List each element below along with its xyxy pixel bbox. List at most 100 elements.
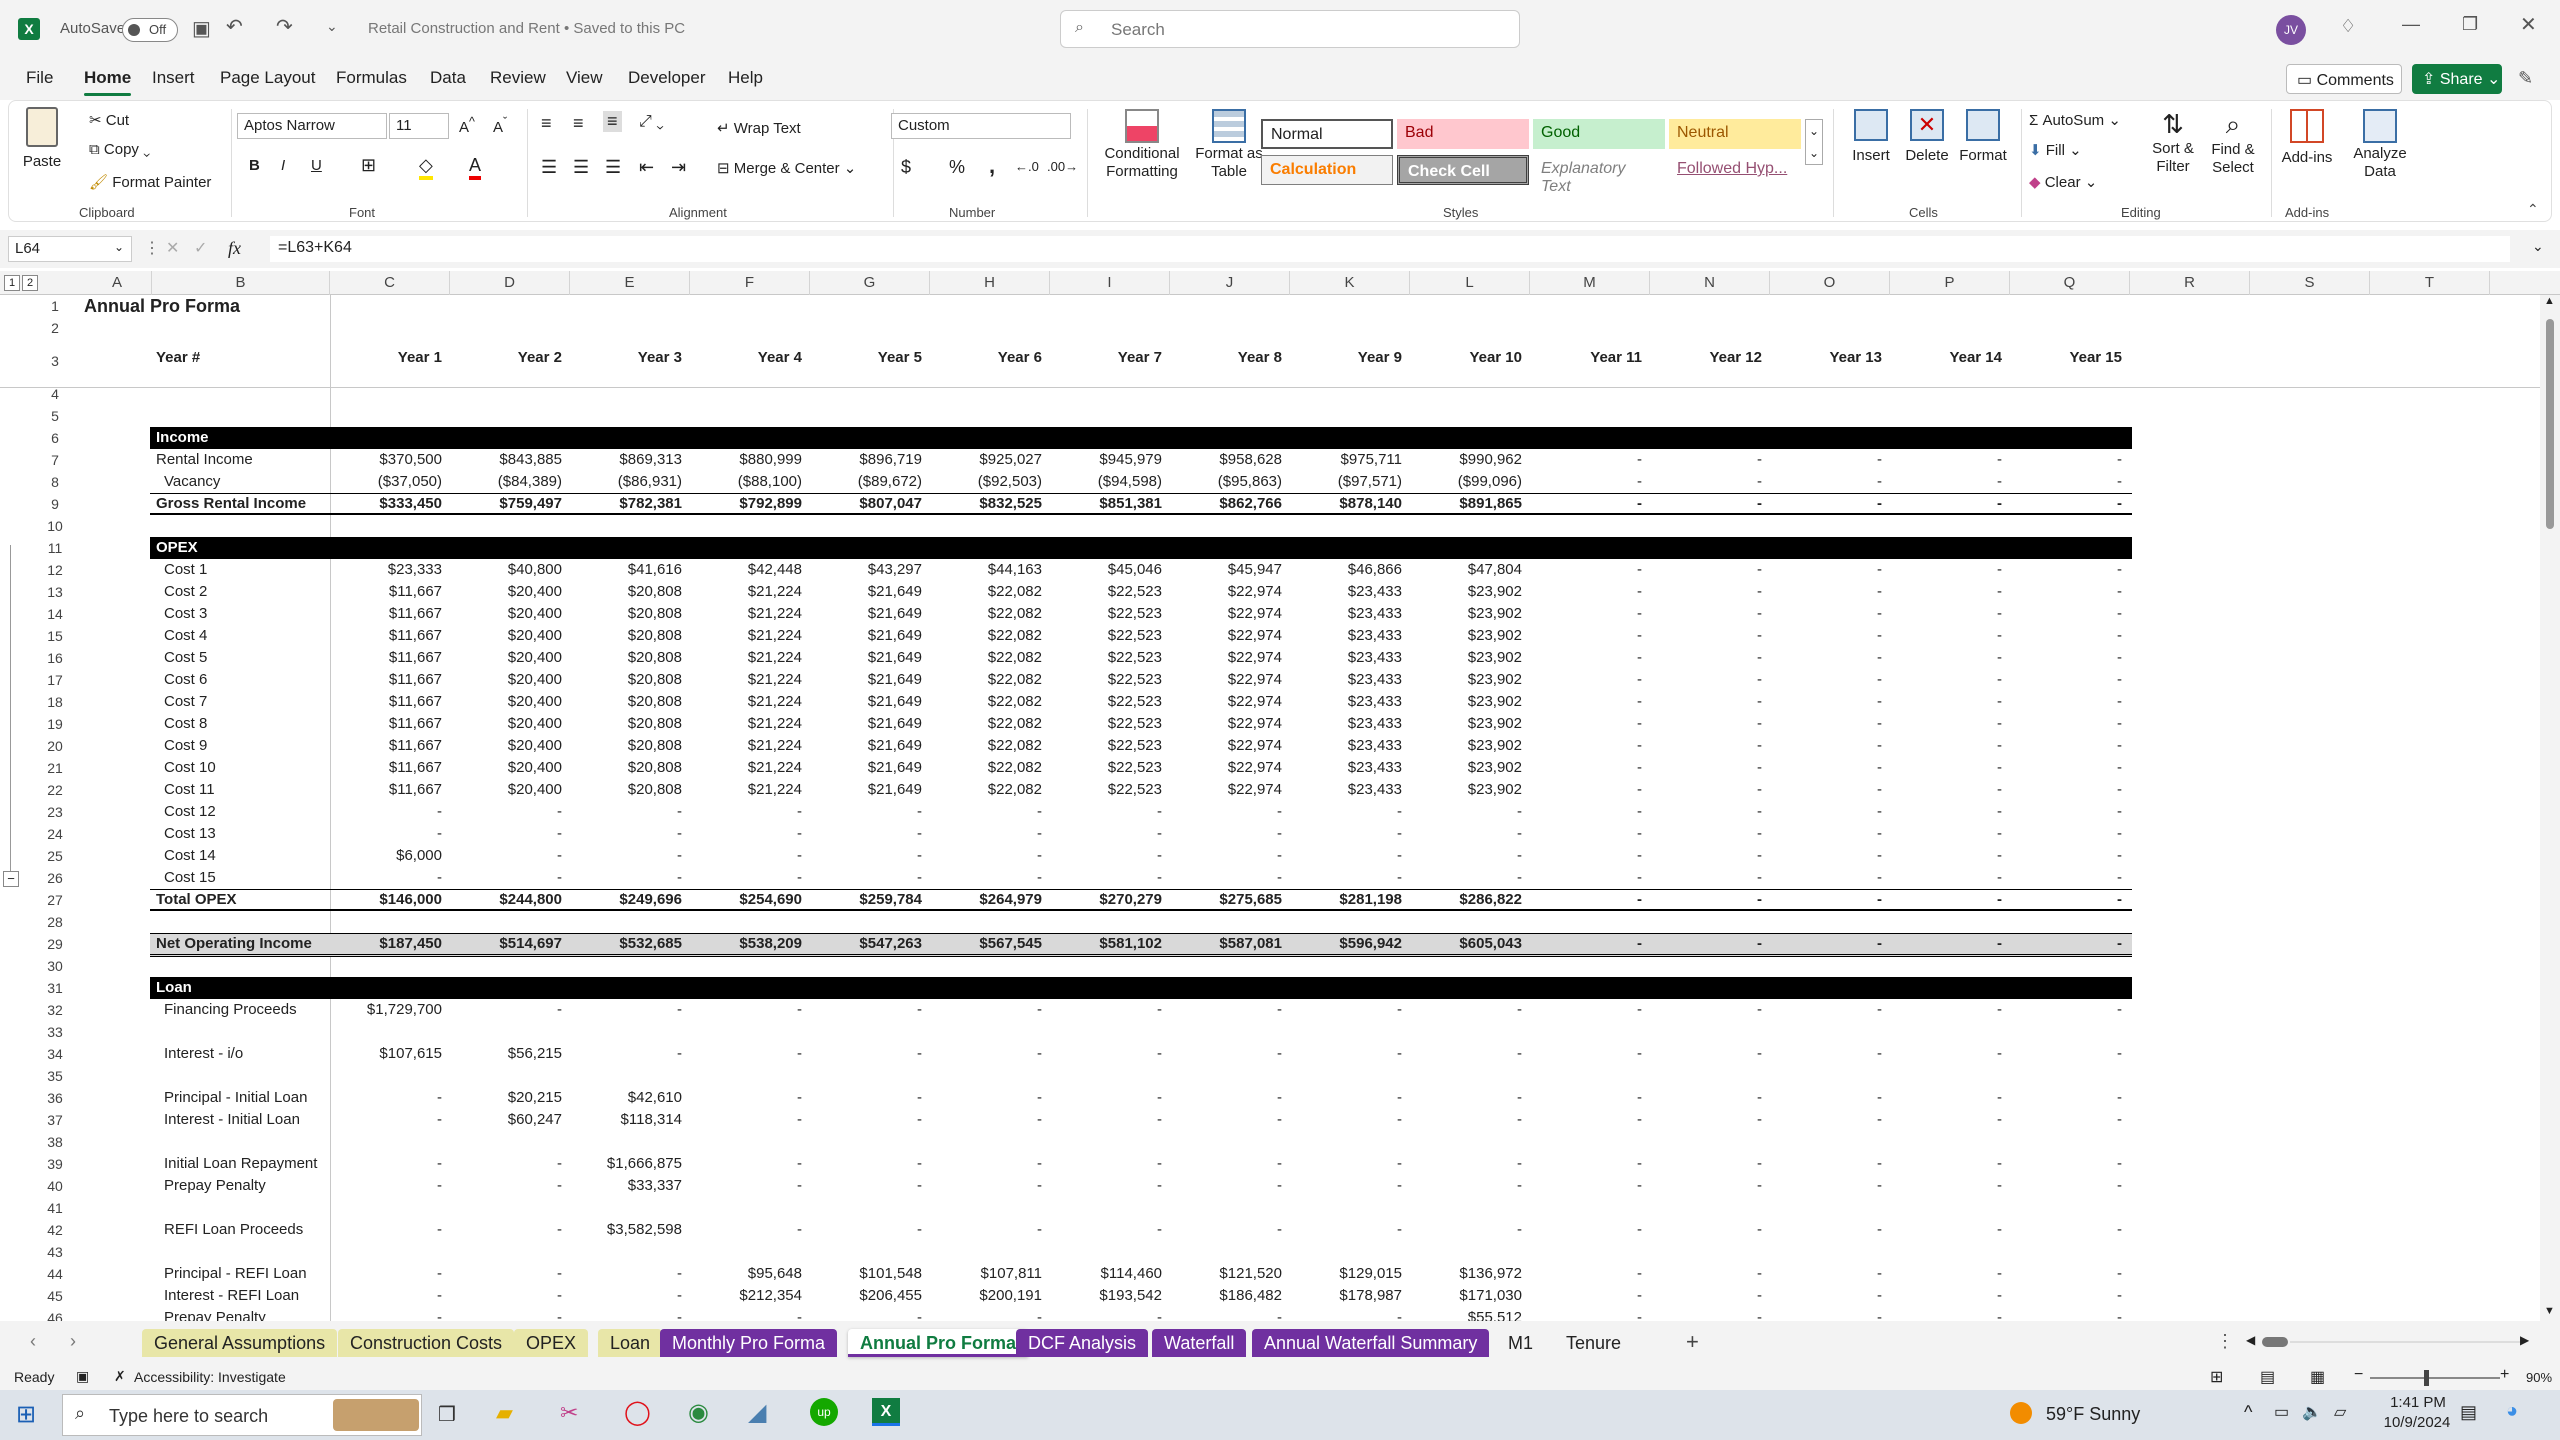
data-cell[interactable]: $547,263 — [804, 933, 922, 955]
data-cell[interactable]: - — [1044, 1175, 1162, 1197]
vertical-scrollbar[interactable]: ▲ ▼ — [2540, 295, 2560, 1321]
sheet-options-icon[interactable]: ⋮ — [2216, 1331, 2234, 1352]
data-cell[interactable]: $23,902 — [1404, 647, 1522, 669]
data-cell[interactable]: - — [444, 1153, 562, 1175]
styles-scroll-icon[interactable]: ⌄ ⌄ — [1805, 119, 1824, 165]
data-cell[interactable]: - — [684, 1307, 802, 1321]
data-cell[interactable]: - — [1884, 647, 2002, 669]
section-header[interactable]: Loan — [150, 977, 2132, 999]
data-cell[interactable]: $259,784 — [804, 889, 922, 911]
data-cell[interactable]: - — [2004, 713, 2122, 735]
data-cell[interactable]: - — [1524, 757, 1642, 779]
data-cell[interactable]: - — [2004, 867, 2122, 889]
normal-view-icon[interactable]: ⊞ — [2210, 1367, 2223, 1387]
clock-time[interactable]: 1:41 PM — [2378, 1394, 2458, 1411]
tray-device-icon[interactable]: ▭ — [2274, 1402, 2289, 1422]
data-cell[interactable]: - — [1404, 1153, 1522, 1175]
row-number[interactable]: 34 — [33, 1043, 77, 1065]
column-header-p[interactable]: P — [1890, 271, 2010, 295]
data-cell[interactable]: $807,047 — [804, 493, 922, 515]
data-cell[interactable]: $22,974 — [1164, 757, 1282, 779]
data-cell[interactable]: $23,333 — [324, 559, 442, 581]
data-cell[interactable]: - — [1644, 1263, 1762, 1285]
tab-data[interactable]: Data — [430, 68, 466, 88]
row-label[interactable]: Financing Proceeds — [164, 999, 297, 1021]
row-number[interactable]: 26 — [33, 867, 77, 889]
data-cell[interactable]: $759,497 — [444, 493, 562, 515]
row-number[interactable]: 20 — [33, 735, 77, 757]
row-number[interactable]: 28 — [33, 911, 77, 933]
data-cell[interactable]: - — [1884, 845, 2002, 867]
data-cell[interactable]: $587,081 — [1164, 933, 1282, 955]
shrink-font-icon[interactable]: Aˇ — [493, 115, 507, 136]
data-cell[interactable]: - — [1284, 1307, 1402, 1321]
format-cells-button[interactable]: Format — [1953, 109, 2013, 164]
data-cell[interactable]: - — [1644, 625, 1762, 647]
row-number[interactable]: 13 — [33, 581, 77, 603]
row-label[interactable]: Cost 2 — [164, 581, 207, 603]
data-cell[interactable]: $23,433 — [1284, 647, 1402, 669]
data-cell[interactable]: $23,902 — [1404, 691, 1522, 713]
data-cell[interactable]: - — [1524, 1043, 1642, 1065]
sheet-tab-m1[interactable]: M1 — [1496, 1329, 1545, 1357]
data-cell[interactable]: $21,649 — [804, 647, 922, 669]
data-cell[interactable]: - — [564, 823, 682, 845]
row-number[interactable]: 9 — [33, 493, 77, 515]
row-label[interactable]: Principal - Initial Loan — [164, 1087, 307, 1109]
wrap-text-button[interactable]: ↵ Wrap Text — [717, 119, 801, 137]
data-cell[interactable]: - — [324, 1109, 442, 1131]
row-label[interactable]: Cost 10 — [164, 757, 216, 779]
data-cell[interactable]: - — [684, 845, 802, 867]
data-cell[interactable]: $107,811 — [924, 1263, 1042, 1285]
sheet-tab-annual-pro-forma[interactable]: Annual Pro Forma — [848, 1329, 1029, 1357]
data-cell[interactable]: - — [444, 845, 562, 867]
data-cell[interactable]: - — [684, 1175, 802, 1197]
data-cell[interactable]: - — [564, 999, 682, 1021]
row-number[interactable]: 8 — [33, 471, 77, 493]
scroll-up-icon[interactable]: ▲ — [2544, 295, 2555, 307]
data-cell[interactable]: $21,224 — [684, 581, 802, 603]
data-cell[interactable]: - — [2004, 735, 2122, 757]
data-cell[interactable]: - — [1284, 1153, 1402, 1175]
data-cell[interactable]: $22,523 — [1044, 603, 1162, 625]
column-header-t[interactable]: T — [2370, 271, 2490, 295]
data-cell[interactable]: - — [1644, 801, 1762, 823]
data-cell[interactable]: $11,667 — [324, 735, 442, 757]
data-cell[interactable]: - — [1884, 669, 2002, 691]
data-cell[interactable]: $21,649 — [804, 735, 922, 757]
data-cell[interactable]: - — [1524, 669, 1642, 691]
data-cell[interactable]: - — [2004, 1285, 2122, 1307]
taskbar-search[interactable]: ⌕ Type here to search — [62, 1394, 422, 1436]
data-cell[interactable]: - — [1884, 713, 2002, 735]
clear-button[interactable]: ◆ Clear ⌄ — [2029, 173, 2097, 191]
align-middle-icon[interactable]: ≡ — [573, 113, 584, 134]
data-cell[interactable]: $22,523 — [1044, 625, 1162, 647]
data-cell[interactable]: $11,667 — [324, 779, 442, 801]
data-cell[interactable]: - — [324, 1285, 442, 1307]
next-sheet-icon[interactable]: › — [70, 1331, 76, 1352]
page-layout-view-icon[interactable]: ▤ — [2260, 1367, 2275, 1387]
data-cell[interactable]: $11,667 — [324, 757, 442, 779]
data-cell[interactable]: $21,224 — [684, 757, 802, 779]
data-cell[interactable]: $21,649 — [804, 691, 922, 713]
data-cell[interactable]: $22,082 — [924, 735, 1042, 757]
data-cell[interactable]: - — [1284, 845, 1402, 867]
data-cell[interactable]: $264,979 — [924, 889, 1042, 911]
data-cell[interactable]: $896,719 — [804, 449, 922, 471]
sheet-tab-dcf-analysis[interactable]: DCF Analysis — [1016, 1329, 1149, 1357]
data-cell[interactable]: - — [1164, 1219, 1282, 1241]
data-cell[interactable]: - — [1524, 801, 1642, 823]
data-cell[interactable]: - — [924, 1175, 1042, 1197]
data-cell[interactable]: $11,667 — [324, 647, 442, 669]
data-cell[interactable]: - — [1644, 559, 1762, 581]
data-cell[interactable]: - — [1524, 933, 1642, 955]
row-number[interactable]: 11 — [33, 537, 77, 559]
data-cell[interactable]: - — [1764, 933, 1882, 955]
data-cell[interactable]: - — [1764, 779, 1882, 801]
data-cell[interactable]: - — [1524, 647, 1642, 669]
percent-button[interactable]: % — [949, 157, 965, 178]
data-cell[interactable]: - — [564, 845, 682, 867]
data-cell[interactable]: - — [1764, 669, 1882, 691]
data-cell[interactable]: - — [1644, 493, 1762, 515]
autosum-button[interactable]: Σ AutoSum ⌄ — [2029, 111, 2121, 129]
